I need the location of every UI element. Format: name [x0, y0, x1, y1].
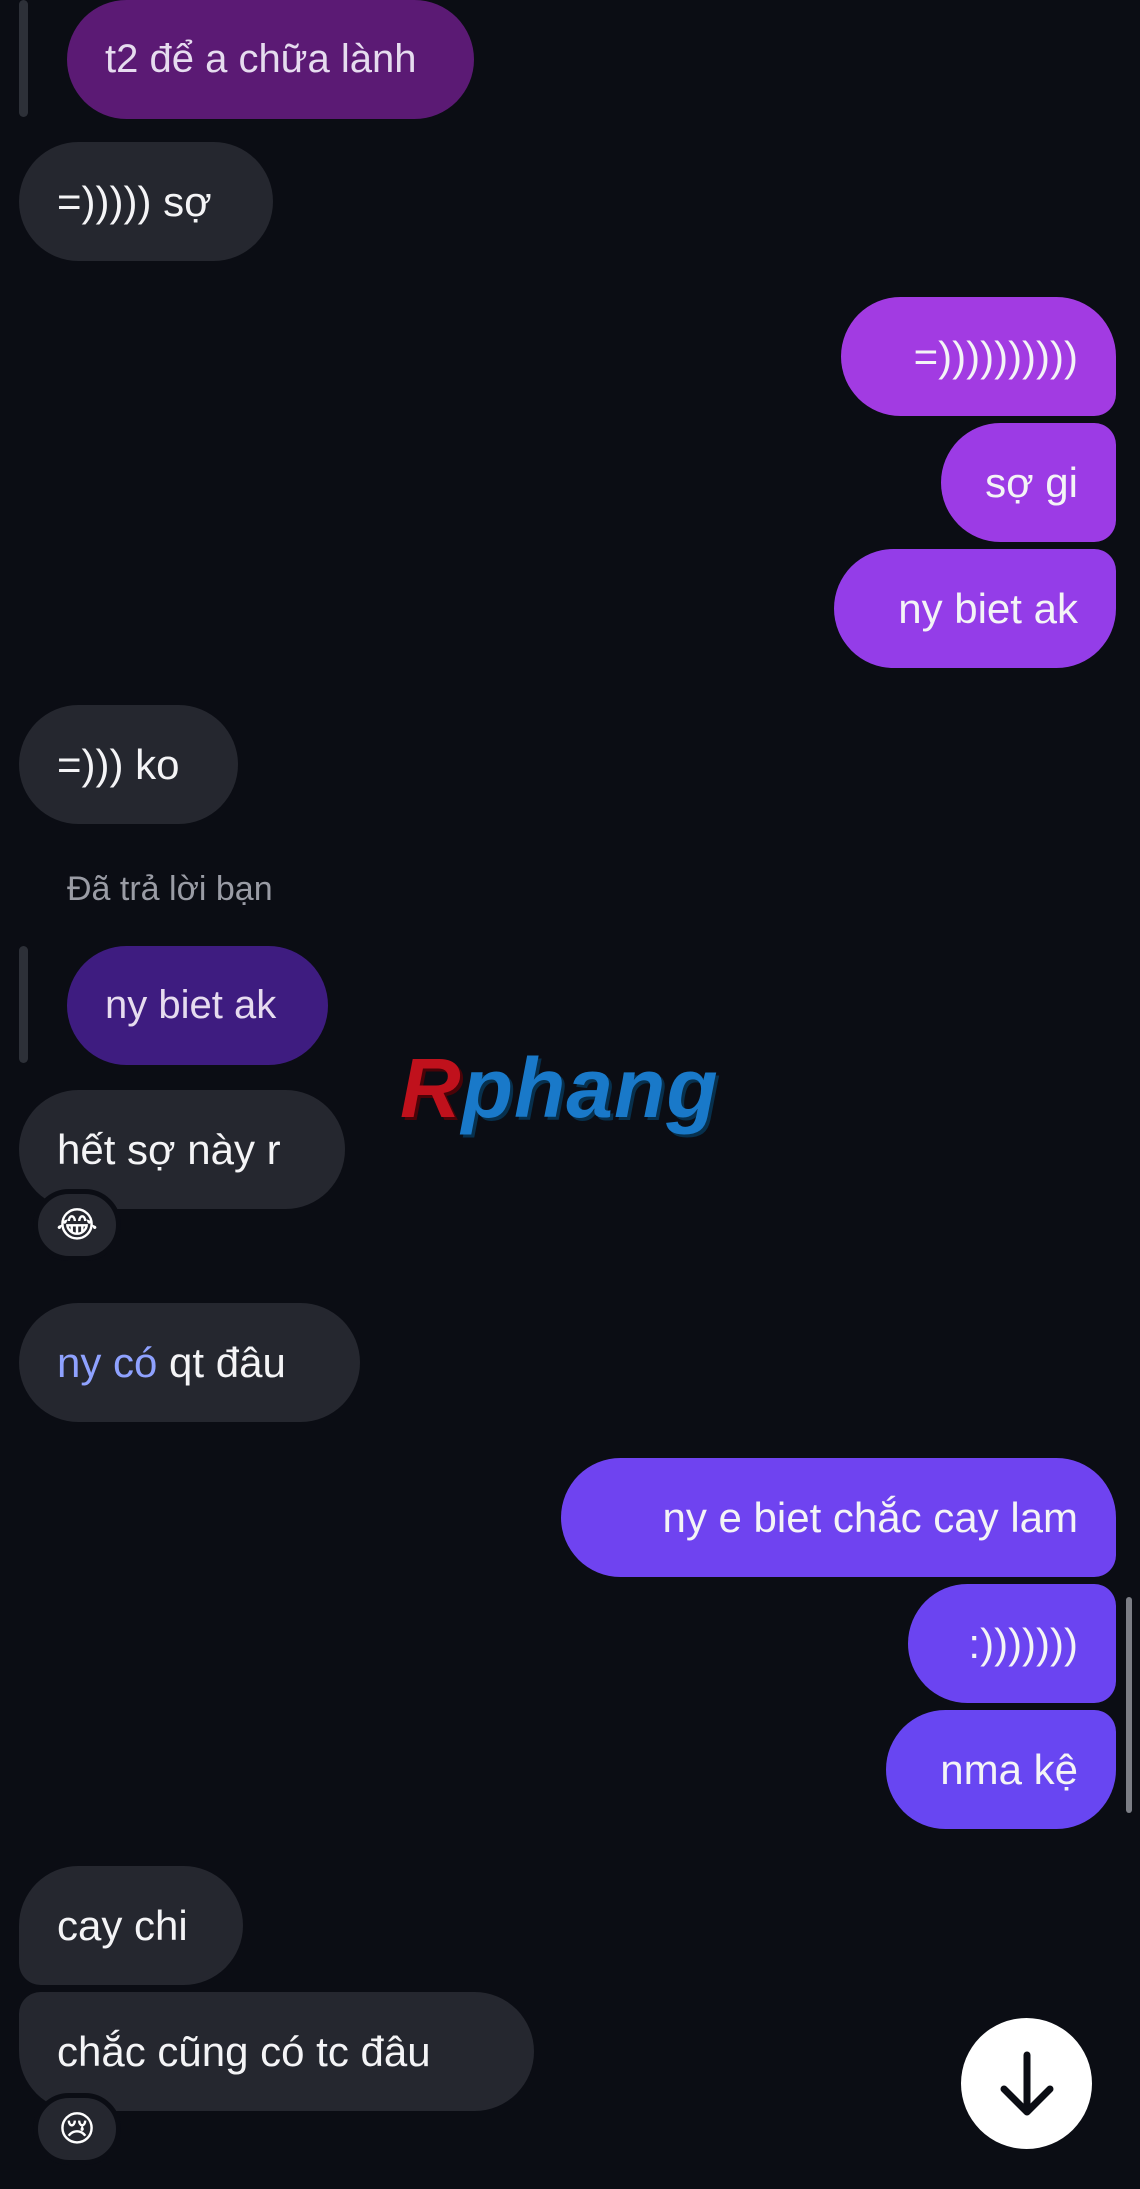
sent-message[interactable]: ny e biet chắc cay lam: [561, 1458, 1116, 1577]
arrow-down-icon: [1000, 2051, 1053, 2115]
reply-indicator-bar: [19, 0, 28, 117]
reply-quoted-text: ny biet ak: [105, 983, 277, 1027]
reaction-badge[interactable]: 😂: [33, 1189, 121, 1261]
message-text: =)))))))))): [913, 332, 1078, 380]
sent-message[interactable]: =)))))))))): [841, 297, 1116, 416]
watermark-letter: R: [400, 1041, 462, 1135]
sent-message[interactable]: :))))))): [908, 1584, 1116, 1703]
message-text: chắc cũng có tc đâu: [57, 2027, 431, 2075]
message-text: hết sợ này r: [57, 1125, 281, 1173]
message-text: qt đâu: [157, 1338, 286, 1386]
message-text: sợ gi: [985, 458, 1078, 506]
message-text: =))))) sợ: [57, 177, 212, 225]
reply-caption: Đã trả lời bạn: [67, 870, 273, 908]
received-message[interactable]: =))) ko: [19, 705, 238, 824]
reply-quoted-message[interactable]: ny biet ak: [67, 946, 328, 1065]
reply-indicator-bar: [19, 946, 28, 1063]
mention-text[interactable]: ny có: [57, 1341, 157, 1384]
message-text: cay chi: [57, 1901, 188, 1949]
message-text: ny biet ak: [898, 584, 1078, 632]
scroll-to-bottom-button[interactable]: [961, 2018, 1092, 2149]
received-message[interactable]: ny có qt đâu: [19, 1303, 360, 1422]
message-text: =))) ko: [57, 740, 180, 788]
message-text: nma kệ: [940, 1745, 1078, 1793]
message-text: :))))))): [968, 1619, 1078, 1667]
watermark-logo: Rphang: [400, 1040, 719, 1137]
sent-message[interactable]: sợ gi: [941, 423, 1116, 542]
reply-quoted-message[interactable]: t2 để a chữa lành: [67, 0, 474, 119]
crying-emoji-icon: 😢: [58, 2108, 96, 2149]
received-message[interactable]: chắc cũng có tc đâu: [19, 1992, 534, 2111]
sent-message[interactable]: nma kệ: [886, 1710, 1116, 1829]
message-text: ny e biet chắc cay lam: [662, 1493, 1078, 1541]
received-message[interactable]: =))))) sợ: [19, 142, 273, 261]
watermark-text: phang: [461, 1041, 719, 1135]
received-message[interactable]: cay chi: [19, 1866, 243, 1985]
laughing-emoji-icon: 😂: [55, 1204, 99, 1245]
scrollbar-thumb[interactable]: [1126, 1597, 1132, 1813]
sent-message[interactable]: ny biet ak: [834, 549, 1116, 668]
reply-quoted-text: t2 để a chữa lành: [105, 37, 417, 81]
reaction-badge[interactable]: 😢: [33, 2093, 121, 2165]
